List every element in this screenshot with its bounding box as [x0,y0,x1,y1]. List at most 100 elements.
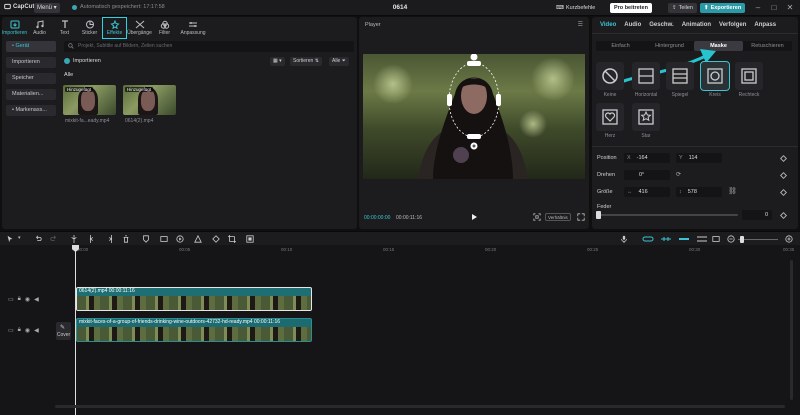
mask-none[interactable] [596,62,624,90]
tool-import[interactable]: Importieren [2,17,27,39]
tab-tracking[interactable]: Verfolgen [715,17,750,33]
crop-frame-icon[interactable] [160,235,168,243]
sidebar-item-brand-assets[interactable]: • Markenass... [6,105,56,116]
tool-audio[interactable]: Audio [27,17,52,39]
select-tool-icon[interactable] [6,235,14,243]
clip-main[interactable]: mixkit-faces-of-a-group-of-friends-drink… [76,318,312,342]
tool-sticker[interactable]: Sticker [77,17,102,39]
timeline[interactable]: 00:00 00:05 00:10 00:15 00:20 00:25 00:3… [0,245,800,415]
minimize-icon[interactable]: – [752,2,764,14]
menu-icon[interactable]: ☰ [578,21,583,28]
size-width-field[interactable]: ↔ 416 [624,187,670,197]
split-right-icon[interactable] [106,235,114,243]
redo-icon[interactable] [50,235,58,243]
feather-slider[interactable] [598,214,738,216]
cover-button[interactable]: ✎ Cover [56,322,71,340]
clip-overlay[interactable]: 0614(2).mp4 00:00:11:16 [76,287,312,311]
split-left-icon[interactable] [88,235,96,243]
tab-animation[interactable]: Animation [678,17,715,33]
mask-star[interactable] [632,103,660,131]
rotate-field[interactable]: 0° [624,170,670,180]
tab-adjust[interactable]: Anpass [750,17,780,33]
mask-mirror[interactable] [666,62,694,90]
position-keyframe-icon[interactable] [779,154,788,163]
link-icon[interactable]: ⛓ [728,187,737,195]
search-input[interactable]: Projekt, Subtitle auf Bildern, Zeilen su… [64,41,354,52]
zoom-slider-handle[interactable] [740,236,744,243]
tool-adjust[interactable]: Anpassung [177,17,209,39]
undo-icon[interactable] [34,235,42,243]
speaker-icon[interactable]: ◀ [34,296,39,303]
close-icon[interactable]: ✕ [784,2,796,14]
preview-axis-icon[interactable] [696,235,708,243]
auto-reframe-icon[interactable] [246,235,254,243]
mask-horizontal[interactable] [632,62,660,90]
mirror-flip-icon[interactable] [194,235,202,243]
marker-icon[interactable] [142,235,150,243]
play-range-icon[interactable] [176,235,184,243]
vertical-scrollbar[interactable] [790,260,793,400]
tool-text[interactable]: Text [52,17,77,39]
media-thumb-1[interactable]: Hinzugefügt [63,85,116,115]
sort-button[interactable]: Sortieren ⇅ [290,57,322,66]
aspect-ratio-button[interactable]: Verhältnis [545,213,571,221]
rotate-reset-icon[interactable]: ⟳ [676,171,681,178]
track-layout-icon[interactable]: ▭ [8,296,14,303]
tool-transitions[interactable]: Übergänge [127,17,152,39]
zoom-in-icon[interactable] [785,235,793,243]
lock-icon[interactable]: 🔒︎ [18,327,21,334]
fit-view-icon[interactable] [533,213,541,221]
subtab-retouch[interactable]: Retuschieren [743,41,792,51]
feather-slider-handle[interactable] [596,211,601,219]
tab-audio[interactable]: Audio [620,17,645,33]
menu-button[interactable]: Menü ▾ [34,3,60,13]
magnet-icon[interactable] [678,235,690,243]
pro-button[interactable]: Pro beitreten [610,3,652,13]
mask-rectangle[interactable] [735,62,763,90]
position-y-field[interactable]: Y 114 [676,153,722,163]
maximize-icon[interactable]: □ [768,2,780,14]
tab-speed[interactable]: Geschw. [645,17,677,33]
play-button[interactable] [469,212,479,222]
crop-icon[interactable] [228,235,236,243]
view-toggle[interactable]: ▦ ▾ [270,57,285,66]
size-height-field[interactable]: ↕ 578 [676,187,722,197]
tab-video[interactable]: Video [596,17,620,33]
rotate-keyframe-icon[interactable] [779,171,788,180]
playhead[interactable] [75,245,76,415]
zoom-slider[interactable] [738,239,778,240]
video-preview[interactable] [363,54,585,179]
feather-field[interactable]: 0 [742,210,772,220]
rotate-icon[interactable] [212,235,220,243]
export-button[interactable]: ⬆ Exportieren [700,3,746,13]
sidebar-item-import[interactable]: Importieren [6,57,56,68]
position-x-field[interactable]: X -164 [624,153,670,163]
fullscreen-icon[interactable] [577,213,585,221]
feather-keyframe-icon[interactable] [779,211,788,220]
time-ruler[interactable]: 00:00 00:05 00:10 00:15 00:20 00:25 00:3… [75,245,800,255]
delete-icon[interactable] [122,235,130,243]
mask-circle[interactable] [700,61,730,91]
tool-effects[interactable]: Effekte [102,17,127,39]
share-button[interactable]: ⇪ Teilen [668,3,697,13]
dropdown-icon[interactable]: ▾ [18,235,26,243]
lock-icon[interactable]: 🔒︎ [18,296,21,303]
size-keyframe-icon[interactable] [779,188,788,197]
sidebar-item-device[interactable]: • Gerät [6,41,56,52]
speaker-icon[interactable]: ◀ [34,327,39,334]
shortcuts-button[interactable]: ⌨ Kurzbefehle [552,3,599,13]
eye-icon[interactable]: ◉ [25,296,30,303]
mask-heart[interactable] [596,103,624,131]
sidebar-item-materials[interactable]: Materialien... [6,89,56,100]
sidebar-item-storage[interactable]: Speicher [6,73,56,84]
snap-icon[interactable] [660,235,672,243]
link-clips-icon[interactable] [642,235,654,243]
caption-icon[interactable] [712,235,720,243]
tool-filter[interactable]: Filter [152,17,177,39]
eye-icon[interactable]: ◉ [25,327,30,334]
microphone-icon[interactable] [620,235,628,243]
media-thumb-2[interactable]: Hinzugefügt [123,85,176,115]
track-layout-icon[interactable]: ▭ [8,327,14,334]
horizontal-scrollbar[interactable] [55,405,785,408]
split-icon[interactable] [70,235,78,243]
